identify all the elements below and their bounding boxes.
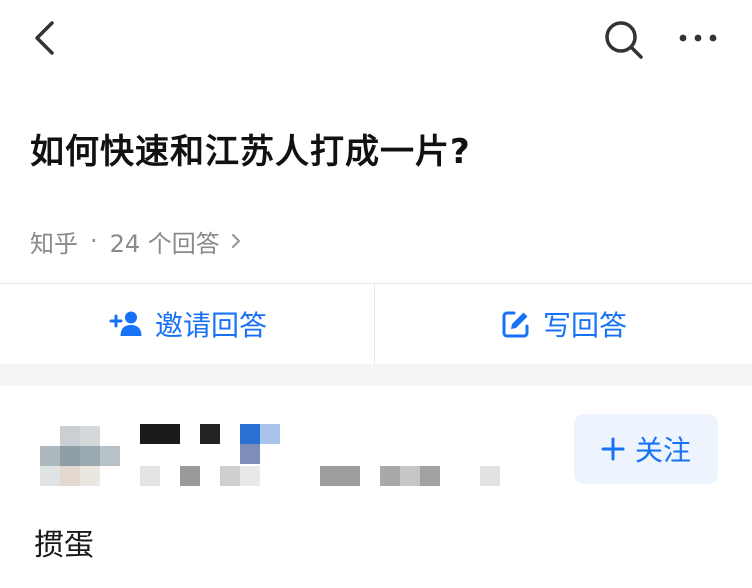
more-dots-icon [679, 34, 717, 42]
author-info[interactable] [140, 424, 290, 474]
invite-answer-button[interactable]: 邀请回答 [0, 284, 376, 364]
action-bar: 邀请回答 写回答 [0, 284, 752, 364]
chevron-left-icon [35, 21, 54, 55]
section-gap [0, 364, 752, 386]
action-divider [374, 284, 375, 364]
follow-label: 关注 [634, 434, 691, 467]
write-answer-label: 写回答 [542, 309, 627, 342]
answer-count-link[interactable]: 知乎 · 24 个回答 [30, 224, 242, 258]
answer-excerpt[interactable]: 掼蛋 [34, 520, 94, 564]
answer-count: 24 个回答 [109, 229, 220, 258]
invite-answer-label: 邀请回答 [154, 309, 267, 342]
chevron-right-icon [230, 231, 242, 251]
more-button[interactable] [668, 18, 728, 58]
write-answer-button[interactable]: 写回答 [376, 284, 752, 364]
search-button[interactable] [598, 14, 650, 66]
top-nav-bar [0, 0, 752, 80]
search-icon [605, 21, 643, 59]
avatar[interactable] [40, 426, 120, 486]
meta-separator: · [90, 227, 98, 255]
back-button[interactable] [22, 14, 66, 62]
answer-card: 关注 掼蛋 [0, 386, 752, 588]
source-label: 知乎 [30, 229, 78, 258]
edit-icon [501, 309, 531, 339]
question-title: 如何快速和江苏人打成一片? [30, 132, 471, 172]
plus-icon [601, 437, 625, 461]
follow-button[interactable]: 关注 [574, 414, 718, 484]
add-person-icon [109, 310, 143, 338]
